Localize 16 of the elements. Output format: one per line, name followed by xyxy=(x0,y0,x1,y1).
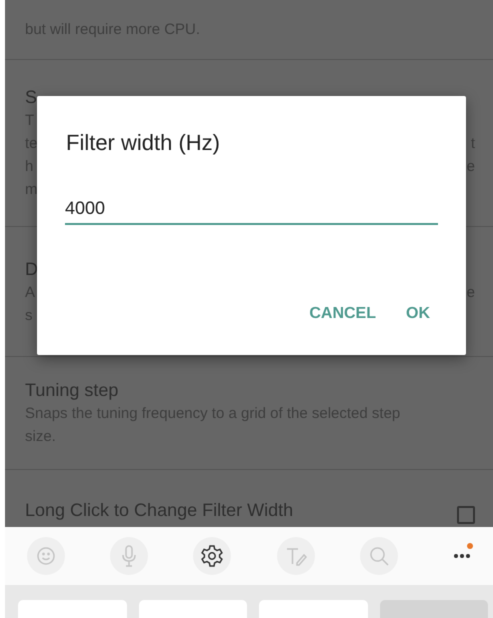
microphone-icon xyxy=(122,545,136,567)
smiley-icon xyxy=(36,546,56,566)
checkbox[interactable] xyxy=(457,506,475,524)
input-field[interactable]: 4000 xyxy=(65,196,438,225)
dialog-button[interactable]: OK xyxy=(398,297,438,331)
toolbar-button[interactable] xyxy=(193,537,232,575)
gear-icon xyxy=(201,545,224,567)
handwriting-icon xyxy=(284,546,307,566)
notification-dot xyxy=(466,543,473,549)
setting-title: Tuning step xyxy=(25,379,120,402)
dialog-button[interactable]: CANCEL xyxy=(301,297,384,331)
search-icon xyxy=(368,546,389,566)
setting-title: S xyxy=(25,86,38,109)
setting-title: Long Click to Change Filter Width xyxy=(25,499,294,522)
more-icon xyxy=(452,553,471,559)
dialog-title: Filter width (Hz) xyxy=(66,130,222,156)
